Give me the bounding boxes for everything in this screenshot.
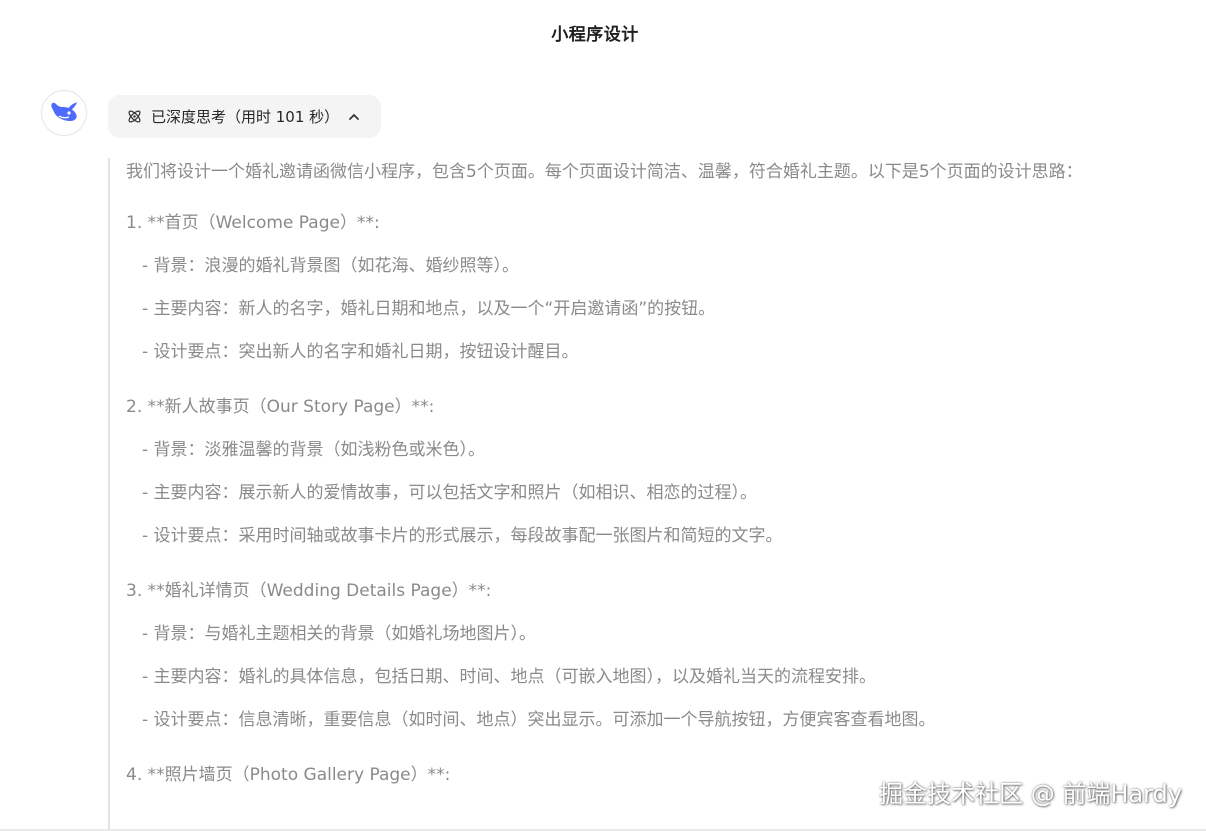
section-title: 3. **婚礼详情页（Wedding Details Page）**: xyxy=(126,581,492,601)
whale-logo-icon xyxy=(49,99,79,127)
deep-thinking-toggle[interactable]: 已深度思考（用时 101 秒） xyxy=(108,95,382,138)
section-title: 2. **新人故事页（Our Story Page）**: xyxy=(126,397,435,417)
list-item: - 主要内容：新人的名字，婚礼日期和地点，以及一个“开启邀请函”的按钮。 xyxy=(142,299,716,319)
list-item: - 设计要点：信息清晰，重要信息（如时间、地点）突出显示。可添加一个导航按钮，方… xyxy=(142,710,936,730)
list-item: - 主要内容：展示新人的爱情故事，可以包括文字和照片（如相识、相恋的过程）。 xyxy=(142,483,758,503)
list-item: - 设计要点：突出新人的名字和婚礼日期，按钮设计醒目。 xyxy=(142,342,579,362)
thinking-duration-label: 已深度思考（用时 101 秒） xyxy=(151,108,340,126)
assistant-avatar xyxy=(41,90,87,136)
reasoning-intro: 我们将设计一个婚礼邀请函微信小程序，包含5个页面。每个页面设计简洁、温馨，符合婚… xyxy=(126,162,1083,182)
watermark: 掘金技术社区 @ 前端Hardy xyxy=(879,780,1182,808)
section-our-story-page: 2. **新人故事页（Our Story Page）**: - 背景：淡雅温馨的… xyxy=(126,386,1118,558)
list-item: - 背景：淡雅温馨的背景（如浅粉色或米色）。 xyxy=(142,440,486,460)
chevron-up-icon xyxy=(347,110,361,124)
page-title: 小程序设计 xyxy=(551,25,639,45)
section-welcome-page: 1. **首页（Welcome Page）**: - 背景：浪漫的婚礼背景图（如… xyxy=(126,202,1118,374)
reasoning-content: 我们将设计一个婚礼邀请函微信小程序，包含5个页面。每个页面设计简洁、温馨，符合婚… xyxy=(108,158,1118,831)
list-item: - 背景：浪漫的婚礼背景图（如花海、婚纱照等）。 xyxy=(142,256,520,276)
section-title: 1. **首页（Welcome Page）**: xyxy=(126,213,380,233)
list-item: - 主要内容：婚礼的具体信息，包括日期、时间、地点（可嵌入地图），以及婚礼当天的… xyxy=(142,667,877,687)
section-wedding-details-page: 3. **婚礼详情页（Wedding Details Page）**: - 背景… xyxy=(126,570,1118,742)
list-item: - 背景：与婚礼主题相关的背景（如婚礼场地图片）。 xyxy=(142,624,537,644)
atom-icon xyxy=(126,108,143,125)
list-item: - 设计要点：采用时间轴或故事卡片的形式展示，每段故事配一张图片和简短的文字。 xyxy=(142,526,783,546)
